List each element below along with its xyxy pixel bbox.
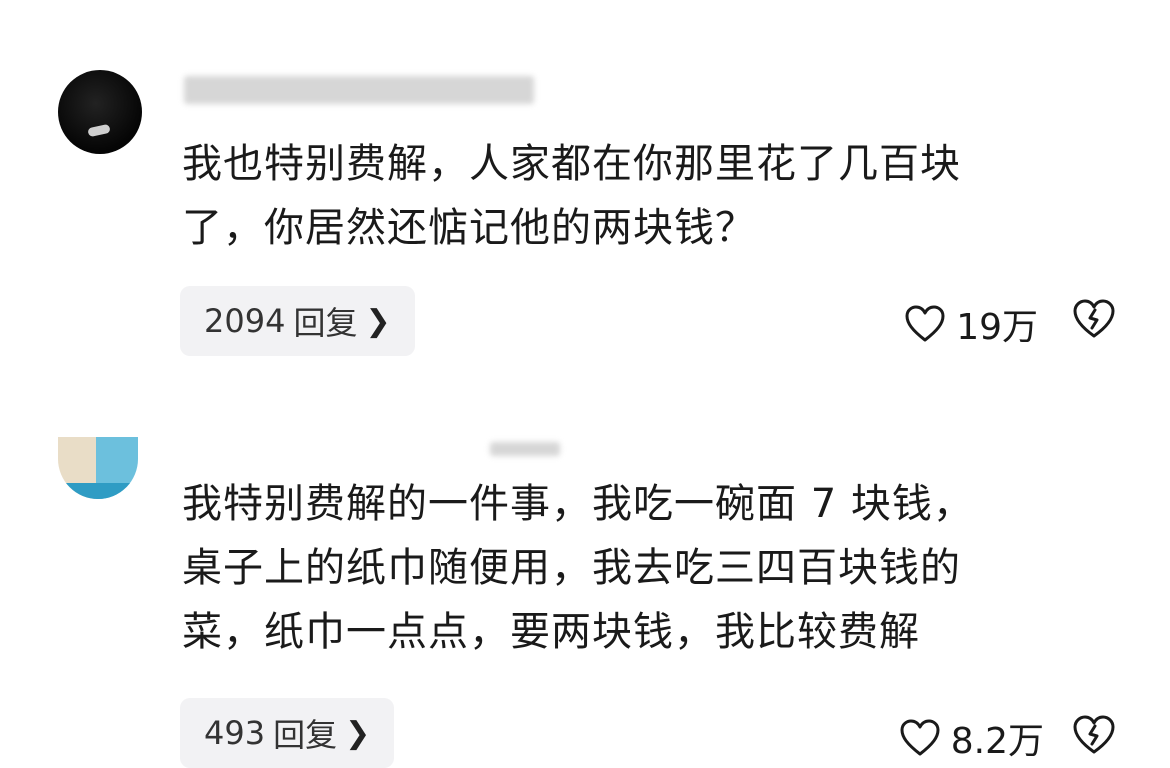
avatar[interactable] (58, 70, 142, 154)
chevron-right-icon: ❯ (345, 715, 371, 751)
like-count: 8.2万 (950, 721, 1044, 762)
comment-text: 我特别费解的一件事，我吃一碗面 7 块钱， 桌子上的纸巾随便用，我去吃三四百块钱… (182, 472, 1142, 664)
comment-text-line: 菜，纸巾一点点，要两块钱，我比较费解 (182, 609, 920, 655)
broken-heart-outline-icon[interactable] (1072, 714, 1116, 756)
comment-text-line: 了，你居然还惦记他的两块钱？ (182, 205, 756, 251)
comment-item: 我也特别费解，人家都在你那里花了几百块 了，你居然还惦记他的两块钱？ 2094 … (0, 0, 1170, 380)
heart-outline-icon (905, 305, 945, 342)
comment-text-line: 我特别费解的一件事，我吃一碗面 7 块钱， (182, 481, 974, 527)
reply-count: 2094 (204, 302, 286, 340)
avatar-image-detail (87, 123, 111, 138)
username-blurred[interactable] (184, 76, 534, 104)
comment-text: 我也特别费解，人家都在你那里花了几百块 了，你居然还惦记他的两块钱？ (182, 132, 1142, 260)
reply-label: 回复 (293, 304, 358, 342)
username-blurred[interactable] (490, 442, 560, 456)
comment-text-line: 桌子上的纸巾随便用，我去吃三四百块钱的 (182, 545, 961, 591)
comment-item: 我特别费解的一件事，我吃一碗面 7 块钱， 桌子上的纸巾随便用，我去吃三四百块钱… (0, 380, 1170, 768)
reply-count: 493 (204, 714, 266, 752)
like-count: 19万 (956, 307, 1038, 348)
like-button[interactable]: 8.2万 (899, 712, 1044, 764)
chevron-right-icon: ❯ (365, 303, 391, 339)
view-replies-button[interactable]: 2094 回复 ❯ (180, 286, 415, 356)
avatar[interactable] (58, 437, 138, 499)
comment-text-line: 我也特别费解，人家都在你那里花了几百块 (182, 141, 961, 187)
like-button[interactable]: 19万 (904, 298, 1038, 350)
avatar-image-detail (58, 483, 138, 499)
view-replies-button[interactable]: 493 回复 ❯ (180, 698, 395, 768)
reply-label: 回复 (273, 716, 338, 754)
broken-heart-outline-icon[interactable] (1072, 298, 1116, 340)
heart-outline-icon (900, 719, 940, 756)
